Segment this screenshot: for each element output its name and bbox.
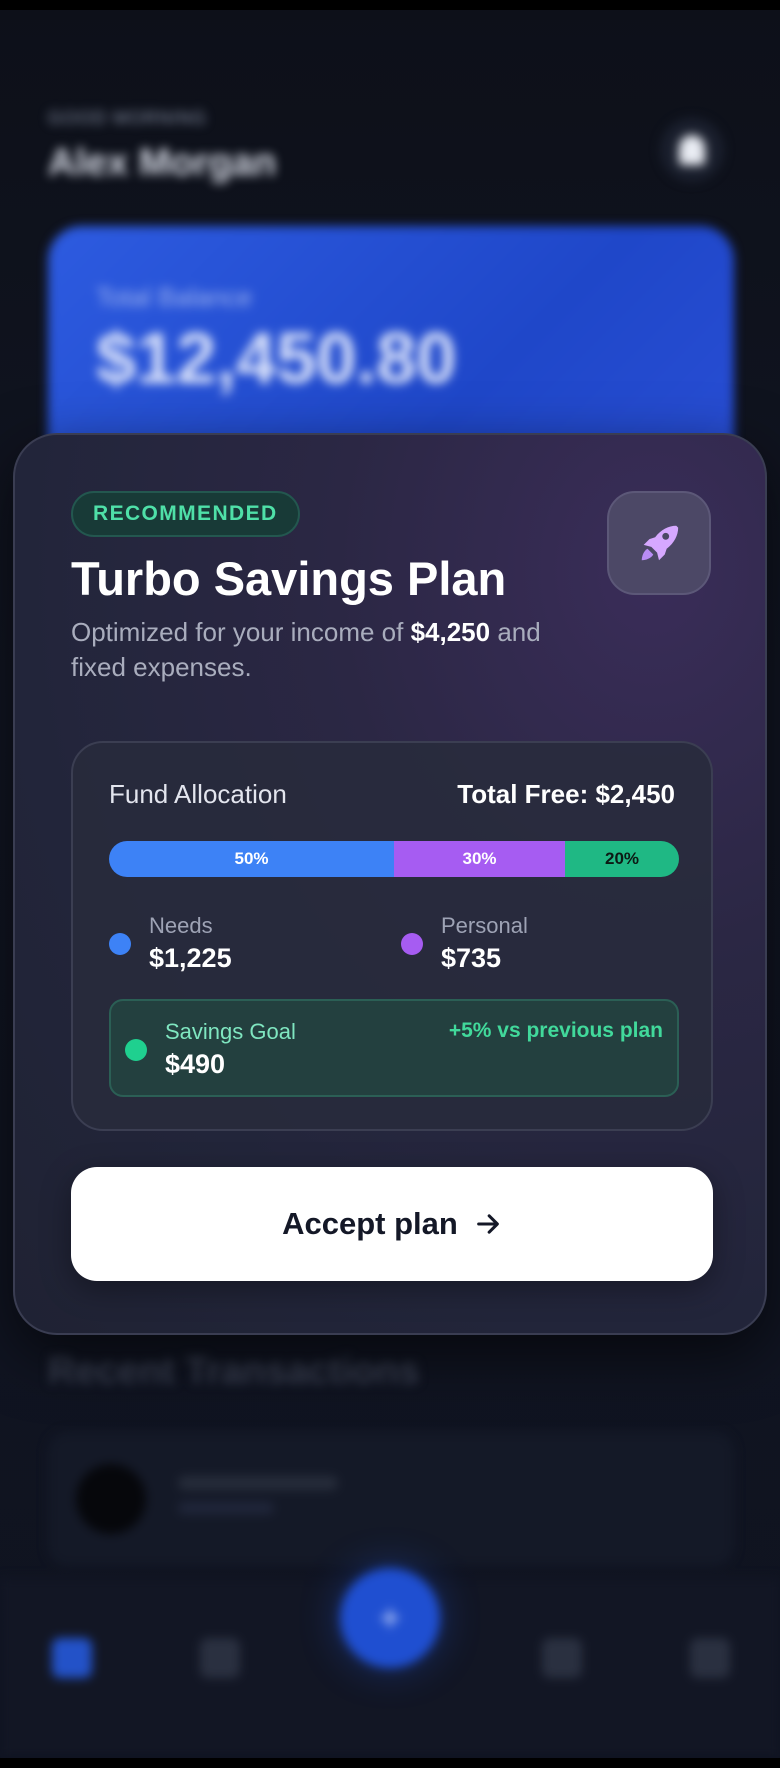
savings-dot — [125, 1039, 147, 1061]
balance-value: $12,450.80 — [96, 319, 457, 399]
bottom-nav: + — [0, 1568, 780, 1758]
personal-dot — [401, 933, 423, 955]
personal-value: $735 — [441, 943, 502, 973]
savings-value: $490 — [165, 1049, 226, 1079]
recommended-badge: RECOMMENDED — [71, 491, 300, 537]
profile-icon[interactable] — [690, 1638, 730, 1678]
greeting-text: GOOD MORNING — [48, 108, 207, 128]
cards-icon[interactable] — [200, 1638, 240, 1678]
plan-modal: RECOMMENDED Turbo Savings Plan Optimized… — [13, 433, 767, 1335]
plus-icon: + — [379, 1597, 401, 1638]
transaction-placeholder-line — [178, 1476, 338, 1490]
plan-description-prefix: Optimized for your income of — [71, 617, 411, 647]
user-name: Alex Morgan — [48, 142, 277, 184]
fund-allocation-card: Fund Allocation Total Free: $2,450 50% 3… — [71, 741, 713, 1131]
home-indicator-bar — [0, 1758, 780, 1768]
income-value: $4,250 — [410, 617, 491, 647]
savings-goal-box: Savings Goal $490 +5% vs previous plan — [109, 999, 679, 1097]
needs-segment: 50% — [109, 841, 394, 877]
personal-segment: 30% — [394, 841, 565, 877]
needs-label: Needs — [149, 913, 213, 938]
savings-segment: 20% — [565, 841, 679, 877]
plan-description: Optimized for your income of $4,250 and … — [71, 615, 541, 685]
savings-delta: +5% vs previous plan — [448, 1019, 663, 1042]
savings-label: Savings Goal — [165, 1019, 296, 1044]
accept-plan-label: Accept plan — [282, 1206, 458, 1241]
personal-label: Personal — [441, 913, 528, 938]
home-icon[interactable] — [52, 1638, 92, 1678]
total-free-amount: Total Free: $2,450 — [457, 779, 675, 809]
accept-plan-button[interactable]: Accept plan — [71, 1167, 713, 1281]
fund-allocation-title: Fund Allocation — [109, 779, 287, 809]
plan-icon-button — [607, 491, 711, 595]
needs-value: $1,225 — [149, 943, 232, 973]
needs-dot — [109, 933, 131, 955]
arrow-right-icon — [477, 1214, 499, 1234]
transaction-placeholder-line — [178, 1502, 274, 1514]
bell-icon — [679, 135, 705, 165]
allocation-bar: 50% 30% 20% — [109, 841, 679, 877]
notifications-button[interactable] — [660, 118, 724, 182]
app-screen: GOOD MORNING Alex Morgan Total Balance $… — [0, 0, 780, 1768]
add-button[interactable]: + — [340, 1568, 440, 1668]
balance-label: Total Balance — [96, 282, 253, 312]
transaction-item[interactable] — [48, 1432, 734, 1566]
plan-title: Turbo Savings Plan — [71, 552, 507, 605]
avatar — [76, 1464, 146, 1534]
recent-transactions-title: Recent Transactions — [48, 1350, 420, 1392]
documents-icon[interactable] — [542, 1638, 582, 1678]
rocket-icon — [641, 525, 679, 561]
